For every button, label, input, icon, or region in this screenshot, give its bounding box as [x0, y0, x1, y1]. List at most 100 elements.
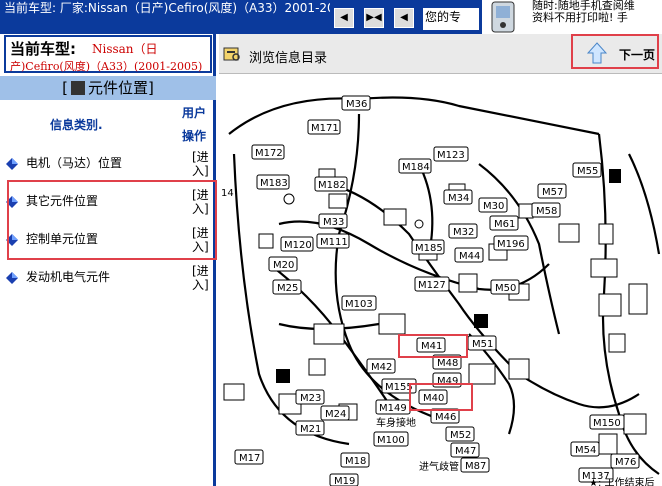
- part-label-m40-text: M40: [423, 393, 444, 404]
- right-panel: 浏览信息目录 下一页 M36 M171 M172 M183 M182 M184 …: [219, 34, 662, 486]
- promo-tip-line-2: 资料不用打印啦! 手: [532, 11, 628, 24]
- part-label-m51: M51: [467, 335, 497, 351]
- part-label-m127-text: M127: [418, 280, 446, 291]
- part-label-m20-text: M20: [273, 260, 294, 271]
- part-label-m48-text: M48: [437, 358, 458, 369]
- part-label-m87: M87: [460, 457, 490, 473]
- list-item[interactable]: 电机（马达）位置 [进 入]: [0, 150, 214, 184]
- component-icon: [70, 81, 85, 95]
- part-label-m184-text: M184: [402, 162, 430, 173]
- part-label-m61: M61: [489, 215, 519, 231]
- part-label-m17-text: M17: [239, 453, 260, 464]
- part-label-m172: M172: [251, 144, 285, 160]
- part-label-14-text: 14: [221, 188, 234, 199]
- part-label-m150-text: M150: [593, 418, 621, 429]
- part-label-m32-text: M32: [453, 227, 474, 238]
- part-label-m44-text: M44: [459, 251, 480, 262]
- part-label-m30: M30: [478, 197, 508, 213]
- diamond-icon: [6, 158, 18, 170]
- part-label-m150: M150: [589, 414, 625, 430]
- part-label-m57: M57: [537, 183, 567, 199]
- part-label-m49-text: M49: [437, 376, 458, 387]
- component-location-diagram: M36 M171 M172 M183 M182 M184 M123 M33 M3…: [221, 95, 661, 486]
- part-label-m155-text: M155: [385, 382, 413, 393]
- part-label-m23: M23: [295, 389, 325, 405]
- part-label-m18: M18: [340, 452, 370, 468]
- part-label-m149-text: M149: [379, 403, 407, 414]
- part-label-m50: M50: [490, 279, 520, 295]
- part-label-m33-text: M33: [323, 217, 344, 228]
- part-label-m171: M171: [307, 119, 341, 135]
- part-label-m120-text: M120: [284, 240, 312, 251]
- part-label-m36: M36: [341, 95, 371, 111]
- browse-directory-link[interactable]: 浏览信息目录: [249, 47, 327, 66]
- note-intake: 进气歧管: [419, 460, 459, 473]
- current-model-value-2: 产)Cefiro(风度)（A33）(2001-2005): [10, 60, 203, 73]
- part-label-m185: M185: [411, 239, 445, 255]
- part-label-m50-text: M50: [495, 283, 516, 294]
- part-label-m19-text: M19: [334, 476, 355, 486]
- part-label-m111-text: M111: [320, 237, 348, 248]
- part-label-m21-text: M21: [300, 424, 321, 435]
- part-label-m41-text: M41: [421, 341, 442, 352]
- part-label-m111: M111: [316, 233, 350, 249]
- part-label-m76: M76: [610, 453, 640, 469]
- part-label-m61-text: M61: [494, 219, 515, 230]
- enter-link-part-1: [进: [192, 150, 209, 164]
- part-label-m52-text: M52: [450, 430, 471, 441]
- part-label-m103: M103: [341, 295, 377, 311]
- part-label-m47-text: M47: [455, 446, 476, 457]
- part-label-m196-text: M196: [497, 239, 525, 250]
- part-label-m24-text: M24: [325, 409, 346, 420]
- part-label-m196: M196: [493, 235, 529, 251]
- part-label-m18-text: M18: [345, 456, 366, 467]
- current-model-box: 当前车型: Nissan（日 产)Cefiro(风度)（A33）(2001-20…: [4, 35, 212, 73]
- section-title: [元件位置]: [0, 76, 216, 100]
- list-item-label[interactable]: 电机（马达）位置: [26, 154, 122, 171]
- part-label-m172-text: M172: [255, 148, 283, 159]
- part-label-m25-text: M25: [277, 283, 298, 294]
- part-label-m127: M127: [414, 276, 450, 292]
- part-label-m46: M46: [430, 408, 460, 424]
- part-label-m55-text: M55: [577, 166, 598, 177]
- note-work: ★: 工作结束后: [589, 476, 655, 486]
- current-model-label: 当前车型:: [10, 40, 76, 58]
- part-label-m100: M100: [373, 431, 409, 447]
- part-label-m123-text: M123: [437, 150, 465, 161]
- part-label-m87-text: M87: [465, 461, 486, 472]
- up-arrow-icon: [587, 42, 607, 64]
- toolbar: 浏览信息目录 下一页: [219, 34, 662, 74]
- nav-prev-button[interactable]: ◀: [334, 8, 354, 28]
- part-label-m34: M34: [443, 189, 473, 205]
- part-label-m183-text: M183: [260, 178, 288, 189]
- enter-link[interactable]: [进 入]: [192, 264, 209, 292]
- part-label-m36-text: M36: [346, 99, 367, 110]
- top-header-bar: 当前车型: 厂家:Nissan（日产)Cefiro(风度)（A33）2001-2…: [0, 0, 662, 34]
- part-label-m46-text: M46: [435, 412, 456, 423]
- part-label-m58-text: M58: [536, 206, 557, 217]
- part-label-m32: M32: [448, 223, 478, 239]
- part-label-m76-text: M76: [615, 457, 636, 468]
- part-label-m25: M25: [272, 279, 302, 295]
- part-label-m34-text: M34: [448, 193, 469, 204]
- part-label-m42: M42: [366, 358, 396, 374]
- part-label-m123: M123: [433, 146, 469, 162]
- nav-toggle-button[interactable]: ▶◀: [364, 8, 384, 28]
- enter-link[interactable]: [进 入]: [192, 150, 209, 178]
- part-label-m58: M58: [531, 202, 561, 218]
- col-info-header: 信息类别.: [50, 118, 103, 132]
- current-model-value-1: Nissan（日: [92, 42, 158, 56]
- nav-next-button[interactable]: ◀: [394, 8, 414, 28]
- next-page-button[interactable]: 下一页: [571, 34, 659, 69]
- book-icon[interactable]: [223, 46, 241, 62]
- list-item-label[interactable]: 发动机电气元件: [26, 268, 110, 285]
- note-body-ground: 车身接地: [376, 416, 416, 429]
- next-page-label: 下一页: [619, 48, 656, 62]
- part-label-m54: M54: [570, 441, 600, 457]
- part-label-m100-text: M100: [377, 435, 405, 446]
- part-label-m149: M149: [375, 399, 411, 415]
- promo-tip: 随时:随地手机查阅维 资料不用打印啦! 手: [530, 0, 662, 34]
- part-label-m182-text: M182: [318, 180, 346, 191]
- part-label-m33: M33: [318, 213, 348, 229]
- list-item[interactable]: 发动机电气元件 [进 入]: [0, 264, 214, 298]
